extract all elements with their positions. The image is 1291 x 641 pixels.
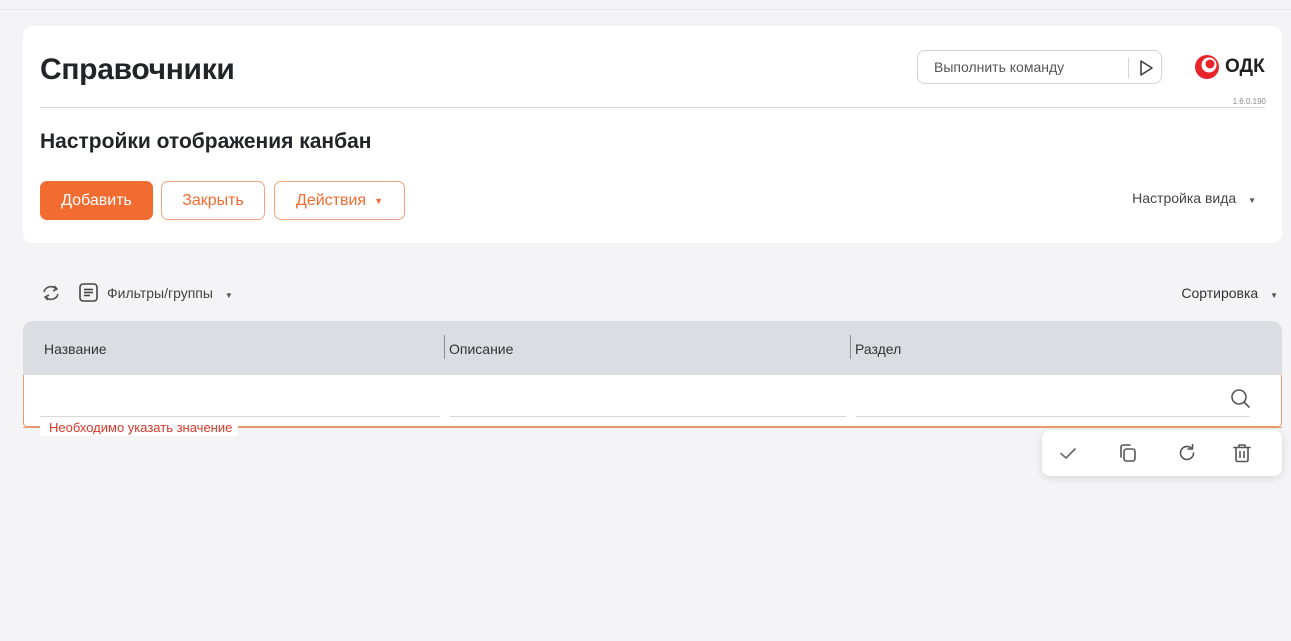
column-header-section[interactable]: Раздел xyxy=(855,341,901,357)
view-settings-dropdown[interactable]: Настройка вида ▼ xyxy=(1132,190,1256,206)
section-field[interactable] xyxy=(856,383,1250,417)
command-bar xyxy=(917,50,1162,84)
column-header-name[interactable]: Название xyxy=(44,341,107,357)
close-button-label: Закрыть xyxy=(182,191,244,209)
filters-groups-dropdown[interactable]: Фильтры/группы ▼ xyxy=(107,285,233,301)
filters-groups-label: Фильтры/группы xyxy=(107,285,213,301)
row-actions-panel xyxy=(1042,430,1282,476)
reload-icon[interactable] xyxy=(1176,442,1198,464)
refresh-icon[interactable] xyxy=(40,283,62,303)
logo-text: ОДК xyxy=(1225,56,1265,77)
grid-header-row: Название Описание Раздел xyxy=(23,321,1282,375)
description-field[interactable] xyxy=(450,383,846,417)
name-field[interactable] xyxy=(40,383,440,417)
company-logo: ОДК xyxy=(1193,53,1273,81)
sort-dropdown[interactable]: Сортировка ▼ xyxy=(1181,285,1278,301)
header-divider xyxy=(40,107,1265,108)
caret-down-icon: ▼ xyxy=(1270,291,1278,300)
section-title: Настройки отображения канбан xyxy=(40,130,372,153)
column-header-description[interactable]: Описание xyxy=(449,341,513,357)
caret-down-icon: ▼ xyxy=(1248,196,1256,205)
search-icon[interactable] xyxy=(1229,387,1251,409)
trash-icon[interactable] xyxy=(1231,442,1253,464)
validation-error-message: Необходимо указать значение xyxy=(40,420,239,436)
column-resize-handle[interactable] xyxy=(444,335,445,359)
odk-logo-icon xyxy=(1195,55,1219,79)
check-icon[interactable] xyxy=(1057,442,1079,464)
list-filter-icon[interactable] xyxy=(78,282,99,303)
version-label: 1.6.0.190 xyxy=(1232,97,1266,106)
add-button[interactable]: Добавить xyxy=(40,181,153,220)
caret-down-icon: ▼ xyxy=(374,195,384,206)
play-triangle-icon[interactable] xyxy=(1135,57,1157,79)
copy-icon[interactable] xyxy=(1117,442,1139,464)
close-button[interactable]: Закрыть xyxy=(161,181,265,220)
actions-button-label: Действия xyxy=(295,191,367,209)
command-input[interactable] xyxy=(918,51,1128,83)
header-card: Справочники ОДК 1.6.0.190 Настройки отоб… xyxy=(23,26,1282,243)
view-settings-label: Настройка вида xyxy=(1132,190,1237,206)
actions-dropdown-button[interactable]: Действия ▼ xyxy=(274,181,405,220)
caret-down-icon: ▼ xyxy=(224,291,233,300)
add-button-label: Добавить xyxy=(61,191,132,209)
command-separator xyxy=(1128,58,1129,78)
column-resize-handle[interactable] xyxy=(850,335,851,359)
sort-label: Сортировка xyxy=(1181,285,1259,301)
page-title: Справочники xyxy=(40,53,235,86)
top-divider xyxy=(0,9,1291,10)
